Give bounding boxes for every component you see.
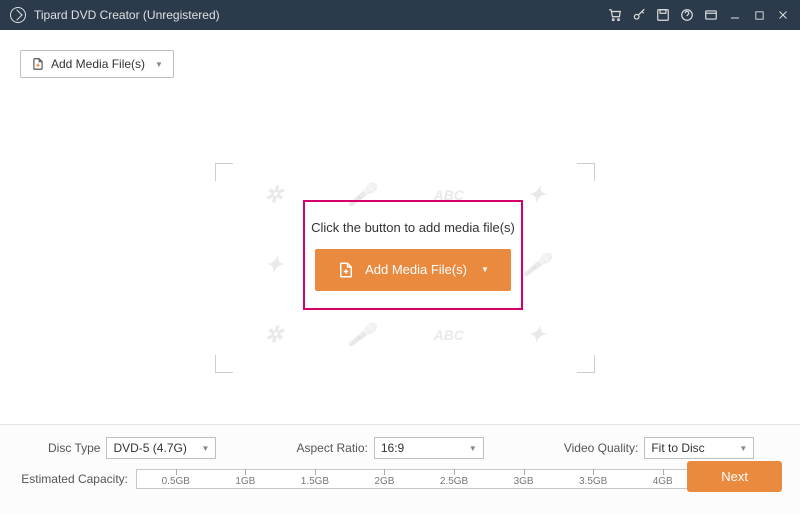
disc-type-label: Disc Type xyxy=(48,441,100,455)
app-logo-icon xyxy=(10,7,26,23)
titlebar: Tipard DVD Creator (Unregistered) xyxy=(0,0,800,30)
drop-area: ✲ 🎤 ABC ✦ ✦ ABC C 🎤 ✲ 🎤 ABC ✦ Click the … xyxy=(20,80,780,414)
ruler-tick: 1GB xyxy=(211,470,281,488)
chevron-down-icon: ▼ xyxy=(469,444,477,453)
abc-icon: ABC xyxy=(433,319,465,351)
video-quality-select[interactable]: Fit to Disc ▼ xyxy=(644,437,754,459)
mic-icon: 🎤 xyxy=(345,319,377,351)
disc-type-value: DVD-5 (4.7G) xyxy=(113,441,186,455)
toolbar: Add Media File(s) ▼ xyxy=(0,30,800,78)
reel-icon: ✲ xyxy=(258,319,290,351)
add-media-highlight: Click the button to add media file(s) Ad… xyxy=(303,200,523,310)
video-quality-label: Video Quality: xyxy=(564,441,639,455)
ruler-tick: 2.5GB xyxy=(419,470,489,488)
sparkle-icon: ✦ xyxy=(520,319,552,351)
minimize-icon[interactable] xyxy=(728,8,742,22)
next-label: Next xyxy=(721,469,748,484)
close-icon[interactable] xyxy=(776,8,790,22)
add-media-main-label: Add Media File(s) xyxy=(365,262,467,277)
add-media-main-button[interactable]: Add Media File(s) ▼ xyxy=(315,249,511,291)
help-icon[interactable] xyxy=(680,8,694,22)
titlebar-actions xyxy=(608,8,790,22)
ruler-tick: 1.5GB xyxy=(280,470,350,488)
add-file-icon xyxy=(337,261,355,279)
frame-corner xyxy=(577,163,595,181)
sparkle-icon: ✦ xyxy=(520,179,552,211)
sparkle-icon: ✦ xyxy=(258,249,290,281)
frame-corner xyxy=(215,355,233,373)
chevron-down-icon: ▼ xyxy=(739,444,747,453)
cart-icon[interactable] xyxy=(608,8,622,22)
mic-icon: 🎤 xyxy=(520,249,552,281)
capacity-label: Estimated Capacity: xyxy=(18,472,128,486)
frame-corner xyxy=(215,163,233,181)
capacity-ruler: 0.5GB1GB1.5GB2GB2.5GB3GB3.5GB4GB4.5GB xyxy=(136,469,772,489)
chevron-down-icon: ▼ xyxy=(481,265,489,274)
options-row: Disc Type DVD-5 (4.7G) ▼ Aspect Ratio: 1… xyxy=(18,437,782,459)
footer: Disc Type DVD-5 (4.7G) ▼ Aspect Ratio: 1… xyxy=(0,424,800,514)
menu-icon[interactable] xyxy=(704,8,718,22)
ruler-tick: 2GB xyxy=(350,470,420,488)
key-icon[interactable] xyxy=(632,8,646,22)
add-file-icon xyxy=(31,57,45,71)
chevron-down-icon: ▼ xyxy=(155,60,163,69)
save-disc-icon[interactable] xyxy=(656,8,670,22)
aspect-ratio-label: Aspect Ratio: xyxy=(296,441,367,455)
add-media-button[interactable]: Add Media File(s) ▼ xyxy=(20,50,174,78)
disc-type-select[interactable]: DVD-5 (4.7G) ▼ xyxy=(106,437,216,459)
app-title: Tipard DVD Creator (Unregistered) xyxy=(34,8,220,22)
add-media-label: Add Media File(s) xyxy=(51,57,145,71)
chevron-down-icon: ▼ xyxy=(202,444,210,453)
video-quality-value: Fit to Disc xyxy=(651,441,704,455)
ruler-tick: 3GB xyxy=(489,470,559,488)
add-media-prompt: Click the button to add media file(s) xyxy=(311,220,515,235)
maximize-icon[interactable] xyxy=(752,8,766,22)
reel-icon: ✲ xyxy=(258,179,290,211)
capacity-row: Estimated Capacity: 0.5GB1GB1.5GB2GB2.5G… xyxy=(18,469,782,489)
ruler-tick: 0.5GB xyxy=(141,470,211,488)
next-button[interactable]: Next xyxy=(687,461,782,492)
aspect-ratio-value: 16:9 xyxy=(381,441,404,455)
frame-corner xyxy=(577,355,595,373)
aspect-ratio-select[interactable]: 16:9 ▼ xyxy=(374,437,484,459)
ruler-tick: 3.5GB xyxy=(558,470,628,488)
